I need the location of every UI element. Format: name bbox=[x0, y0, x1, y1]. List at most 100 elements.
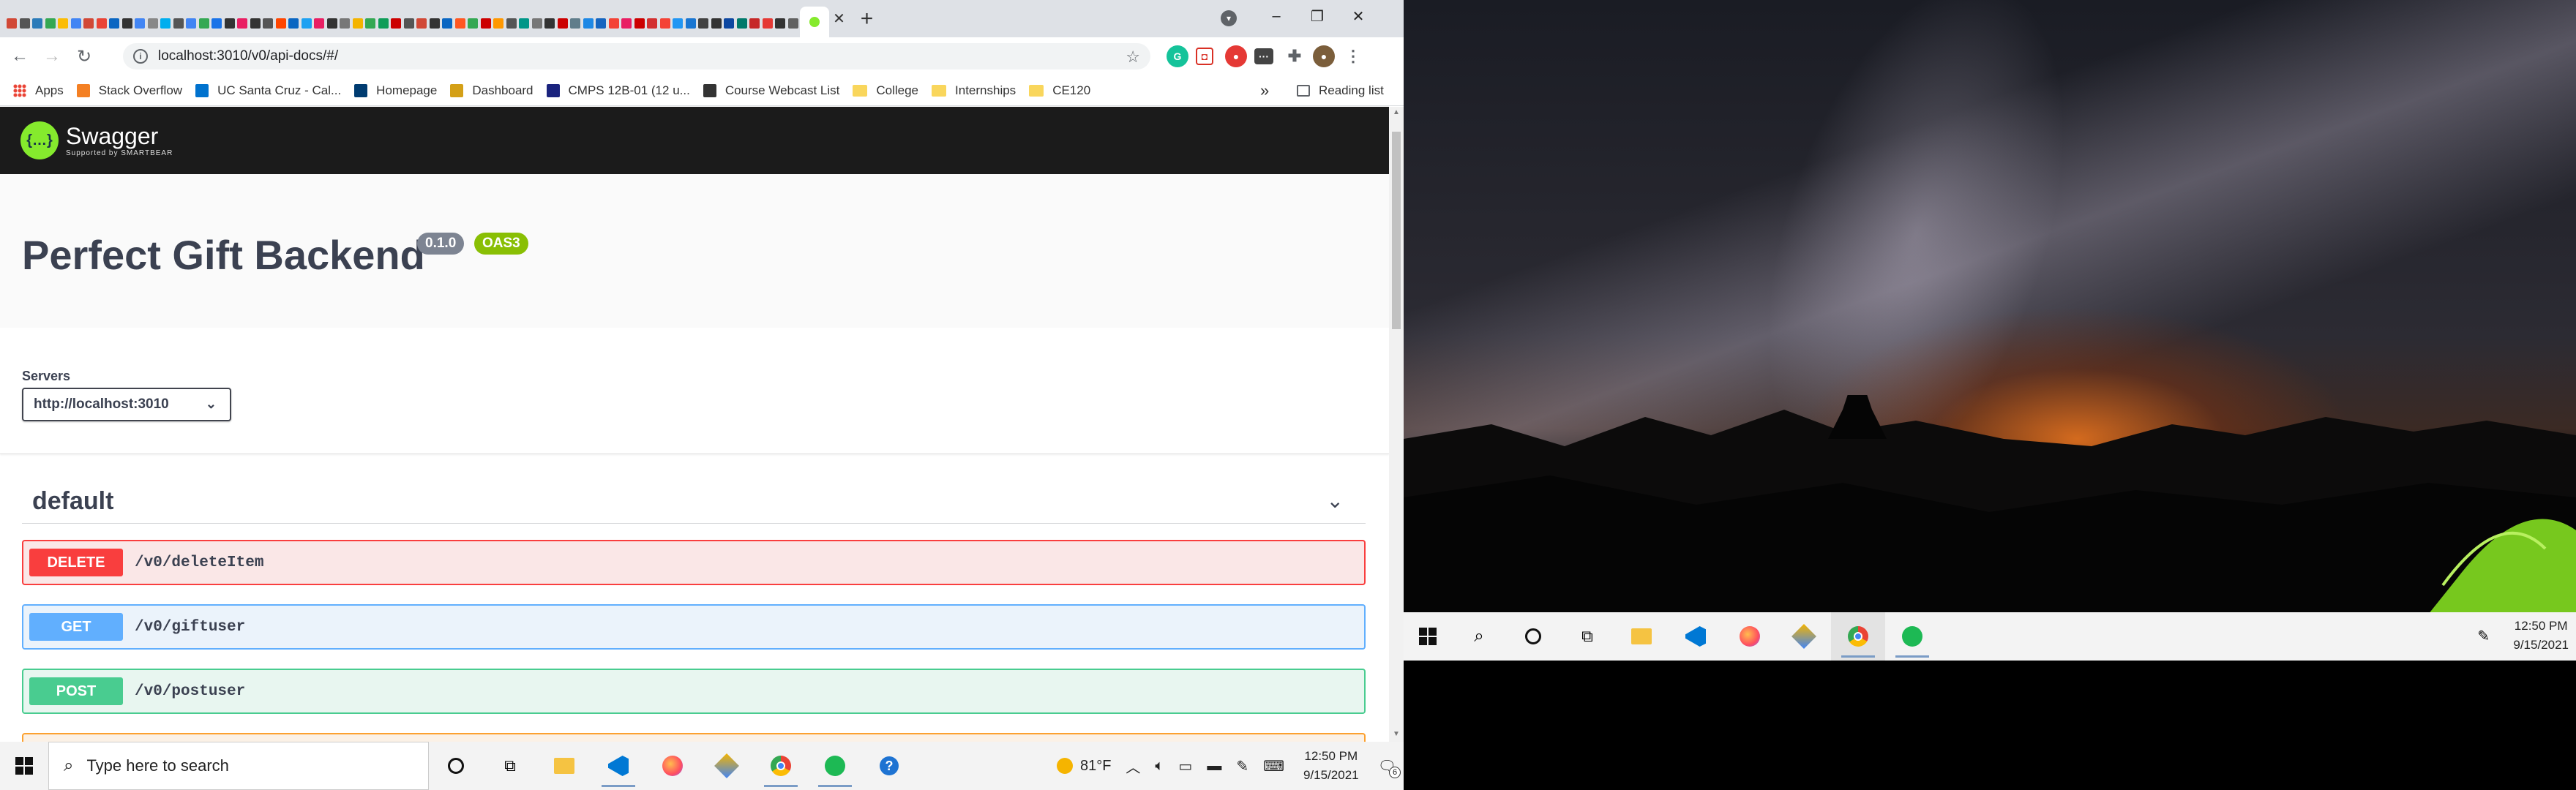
browser-tab[interactable] bbox=[672, 10, 684, 37]
active-tab[interactable] bbox=[800, 7, 829, 37]
vscode-button[interactable] bbox=[591, 742, 645, 790]
pocket-icon[interactable]: ◘ bbox=[1196, 48, 1213, 65]
browser-tab[interactable] bbox=[83, 10, 94, 37]
cortana-button[interactable] bbox=[429, 742, 483, 790]
browser-tab[interactable] bbox=[429, 10, 441, 37]
battery-icon[interactable]: ▬ bbox=[1207, 758, 1221, 775]
browser-tab[interactable] bbox=[749, 10, 760, 37]
browser-tab[interactable] bbox=[364, 10, 376, 37]
browser-tab[interactable] bbox=[493, 10, 504, 37]
task-view-button[interactable]: ⧉ bbox=[1560, 612, 1614, 661]
operation-row-post[interactable]: POST/v0/postuser bbox=[22, 669, 1366, 714]
site-info-icon[interactable]: i bbox=[133, 49, 148, 64]
browser-tab[interactable] bbox=[96, 10, 108, 37]
operation-row-get[interactable]: GET/v0/giftuser bbox=[22, 604, 1366, 650]
bookmark-item[interactable]: Homepage bbox=[354, 83, 437, 98]
bookmark-apps[interactable]: Apps bbox=[13, 83, 64, 98]
browser-tab[interactable] bbox=[518, 10, 530, 37]
grammarly-icon[interactable]: G bbox=[1167, 45, 1188, 67]
browser-tab[interactable] bbox=[313, 10, 325, 37]
scroll-up-icon[interactable]: ▲ bbox=[1392, 108, 1401, 118]
browser-tab[interactable] bbox=[147, 10, 159, 37]
browser-tab[interactable] bbox=[275, 10, 287, 37]
bookmark-item[interactable]: UC Santa Cruz - Cal... bbox=[195, 83, 341, 98]
spotify-button[interactable] bbox=[1885, 612, 1939, 661]
browser-tab[interactable] bbox=[134, 10, 146, 37]
chevron-up-icon[interactable]: ︿ bbox=[1126, 756, 1140, 777]
clock[interactable]: 12:50 PM 9/15/2021 bbox=[2513, 617, 2569, 655]
browser-tab[interactable] bbox=[211, 10, 222, 37]
browser-tab[interactable] bbox=[173, 10, 184, 37]
browser-tab[interactable] bbox=[250, 10, 261, 37]
file-explorer-button[interactable] bbox=[537, 742, 591, 790]
tab-search-button[interactable]: ▾ bbox=[1218, 7, 1240, 29]
volume-icon[interactable]: 🔈︎ bbox=[1155, 758, 1164, 775]
new-tab-button[interactable]: + bbox=[851, 0, 883, 37]
browser-tab[interactable] bbox=[121, 10, 133, 37]
browser-tab[interactable] bbox=[659, 10, 671, 37]
browser-tab[interactable] bbox=[634, 10, 645, 37]
browser-tab[interactable] bbox=[608, 10, 620, 37]
weather-widget[interactable]: 81°F bbox=[1056, 758, 1111, 775]
browser-tab[interactable] bbox=[198, 10, 210, 37]
browser-tab[interactable] bbox=[685, 10, 697, 37]
swagger-logo-icon[interactable]: {…} bbox=[20, 121, 59, 159]
browser-tab[interactable] bbox=[441, 10, 453, 37]
close-window-button[interactable]: ✕ bbox=[1338, 0, 1379, 32]
search-button[interactable]: ⌕ bbox=[1452, 612, 1506, 661]
browser-tab[interactable] bbox=[569, 10, 581, 37]
bookmark-item[interactable]: CMPS 12B-01 (12 u... bbox=[546, 83, 690, 98]
browser-tab[interactable] bbox=[108, 10, 120, 37]
pen-icon[interactable]: ✎ bbox=[1236, 757, 1248, 775]
browser-tab[interactable] bbox=[774, 10, 786, 37]
browser-tab[interactable] bbox=[762, 10, 774, 37]
forward-button[interactable]: → bbox=[40, 44, 64, 69]
browser-tab[interactable] bbox=[326, 10, 338, 37]
browser-tab[interactable] bbox=[57, 10, 69, 37]
firefox-button[interactable] bbox=[645, 742, 700, 790]
browser-tab[interactable] bbox=[160, 10, 171, 37]
browser-tab[interactable] bbox=[352, 10, 364, 37]
address-bar[interactable]: i localhost:3010/v0/api-docs/#/ ☆ bbox=[123, 43, 1150, 69]
adblock-icon[interactable]: ● bbox=[1225, 45, 1247, 67]
browser-tab[interactable] bbox=[339, 10, 351, 37]
close-tab-icon[interactable]: ✕ bbox=[831, 5, 848, 33]
chrome-button[interactable] bbox=[754, 742, 808, 790]
scroll-thumb[interactable] bbox=[1392, 132, 1401, 329]
browser-tab[interactable] bbox=[621, 10, 632, 37]
git-app-button[interactable] bbox=[1777, 612, 1831, 661]
start-button[interactable] bbox=[1404, 612, 1452, 661]
display-icon[interactable]: ▭ bbox=[1178, 757, 1192, 775]
browser-tab[interactable] bbox=[506, 10, 517, 37]
page-scrollbar[interactable]: ▲ ▼ bbox=[1389, 107, 1404, 742]
reading-list-button[interactable]: Reading list bbox=[1297, 75, 1384, 106]
browser-tab[interactable] bbox=[45, 10, 56, 37]
file-explorer-button[interactable] bbox=[1614, 612, 1669, 661]
browser-tab[interactable] bbox=[557, 10, 569, 37]
browser-tab[interactable] bbox=[454, 10, 466, 37]
bookmark-item[interactable]: Dashboard bbox=[450, 83, 533, 98]
browser-tab[interactable] bbox=[390, 10, 402, 37]
browser-tab[interactable] bbox=[711, 10, 722, 37]
back-button[interactable]: ← bbox=[7, 44, 32, 69]
browser-tab[interactable] bbox=[378, 10, 389, 37]
browser-tab[interactable] bbox=[544, 10, 555, 37]
bookmark-item[interactable]: Stack Overflow bbox=[76, 83, 182, 98]
browser-tab[interactable] bbox=[31, 10, 43, 37]
avatar[interactable]: ● bbox=[1313, 45, 1335, 67]
notifications-button[interactable]: 🗨︎ 6 bbox=[1378, 757, 1401, 778]
bookmark-item[interactable]: Internships bbox=[932, 83, 1016, 98]
pen-icon[interactable]: ✎ bbox=[2477, 627, 2490, 645]
spotify-button[interactable] bbox=[808, 742, 862, 790]
browser-tab[interactable] bbox=[787, 10, 799, 37]
browser-tab[interactable] bbox=[236, 10, 248, 37]
browser-tab[interactable] bbox=[19, 10, 31, 37]
browser-tab[interactable] bbox=[646, 10, 658, 37]
browser-tab[interactable] bbox=[403, 10, 415, 37]
browser-tab[interactable] bbox=[467, 10, 479, 37]
bookmark-item[interactable]: College bbox=[853, 83, 918, 98]
browser-tab[interactable] bbox=[416, 10, 427, 37]
menu-icon[interactable]: ⋮ bbox=[1342, 45, 1364, 67]
browser-tab[interactable] bbox=[697, 10, 709, 37]
start-button[interactable] bbox=[0, 742, 48, 790]
